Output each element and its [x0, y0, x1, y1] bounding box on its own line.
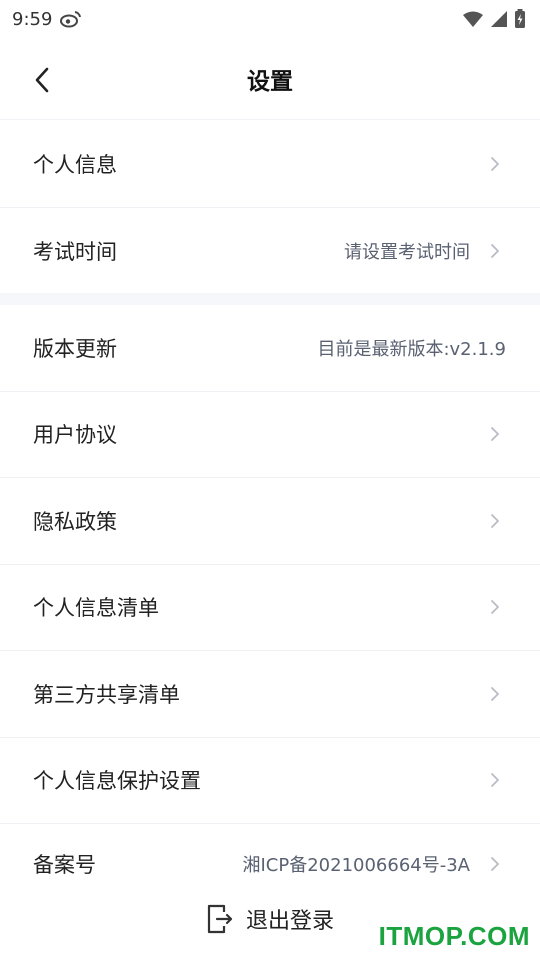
settings-section-1: 个人信息 考试时间 请设置考试时间: [0, 121, 540, 294]
chevron-right-icon: [491, 686, 499, 701]
row-label: 隐私政策: [33, 509, 117, 534]
settings-row-icp-record[interactable]: 备案号 湘ICP备2021006664号-3A: [0, 824, 540, 904]
chevron-right-icon: [491, 857, 499, 871]
row-right: 目前是最新版本:v2.1.9: [317, 335, 506, 361]
row-value: 请设置考试时间: [344, 241, 470, 263]
row-label: 版本更新: [33, 336, 117, 361]
chevron-right-icon: [491, 513, 499, 528]
chevron-right-icon: [491, 427, 499, 442]
settings-row-exam-time[interactable]: 考试时间 请设置考试时间: [0, 208, 540, 295]
chevron-right-icon: [491, 600, 499, 615]
navigation-bar: 设置: [0, 38, 540, 120]
row-label: 备案号: [33, 853, 96, 877]
row-right: [490, 156, 500, 172]
status-left: 9:59: [12, 9, 82, 30]
settings-row-personal-info[interactable]: 个人信息: [0, 121, 540, 208]
wifi-icon: [463, 11, 483, 27]
row-right: [490, 686, 500, 702]
row-label: 考试时间: [33, 239, 117, 264]
chevron-right-icon: [491, 773, 499, 788]
cellular-signal-icon: [491, 11, 507, 27]
settings-row-user-agreement[interactable]: 用户协议: [0, 392, 540, 478]
logout-label: 退出登录: [245, 909, 334, 934]
row-right: [490, 772, 500, 788]
page-title: 设置: [247, 69, 293, 95]
row-label: 个人信息保护设置: [33, 769, 201, 794]
row-label: 第三方共享清单: [33, 682, 180, 707]
status-right: [462, 9, 526, 29]
watermark: ITMOP.COM: [378, 921, 530, 951]
row-label: 个人信息清单: [33, 596, 159, 621]
row-right: 湘ICP备2021006664号-3A: [242, 851, 500, 877]
row-right: [490, 599, 500, 615]
row-value: 湘ICP备2021006664号-3A: [242, 855, 470, 876]
row-right: 请设置考试时间: [344, 238, 500, 264]
row-label: 个人信息: [33, 152, 117, 177]
version-value: 目前是最新版本:v2.1.9: [317, 338, 506, 360]
battery-charging-icon: [515, 9, 525, 28]
settings-row-privacy-policy[interactable]: 隐私政策: [0, 478, 540, 565]
status-time: 9:59: [12, 8, 53, 30]
row-right: [490, 426, 500, 442]
settings-section-2: 版本更新 目前是最新版本:v2.1.9 用户协议 隐私政策 个人信息清单 第三方…: [0, 305, 540, 904]
weibo-icon: [60, 11, 82, 28]
section-divider: [0, 293, 540, 305]
chevron-right-icon: [491, 243, 499, 258]
status-bar: 9:59: [0, 0, 540, 38]
logout-icon: [207, 904, 233, 934]
row-label: 用户协议: [33, 423, 117, 448]
chevron-right-icon: [491, 156, 499, 171]
row-right: [490, 513, 500, 529]
settings-row-personal-info-protection[interactable]: 个人信息保护设置: [0, 738, 540, 824]
settings-row-third-party-sharing-list[interactable]: 第三方共享清单: [0, 651, 540, 738]
settings-row-personal-info-list[interactable]: 个人信息清单: [0, 565, 540, 651]
settings-row-version-update[interactable]: 版本更新 目前是最新版本:v2.1.9: [0, 305, 540, 392]
